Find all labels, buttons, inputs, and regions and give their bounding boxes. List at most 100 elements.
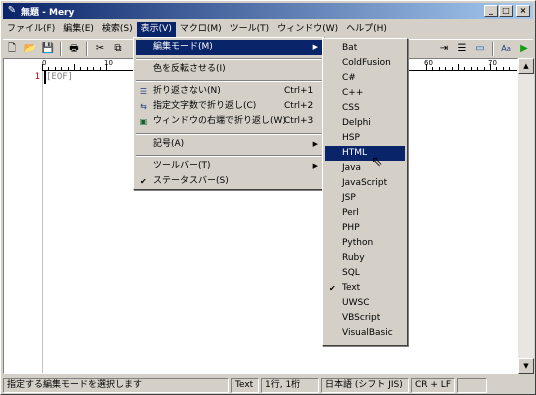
mery-app-icon[interactable]: ✎ [6,5,18,17]
tab-icon[interactable]: ⇥ [436,41,452,57]
mode-item-python[interactable]: Python [325,236,405,251]
check-icon: ✔ [140,177,147,186]
mode-item-coldfusion[interactable]: ColdFusion [325,56,405,71]
edit-mode-submenu: Bat ColdFusion C# C++ CSS Delphi HSP HTML Java Ja… [322,38,408,346]
status-encoding: 日本語 (シフト JIS) [321,378,409,393]
menu-edit[interactable]: 編集(E) [59,22,98,37]
close-button[interactable]: × [516,5,530,17]
mode-item-css[interactable]: CSS [325,101,405,116]
menu-item-label: 記号(A) [153,139,185,149]
mode-item-uwsc[interactable]: UWSC [325,296,405,311]
menu-item-label: 指定文字数で折り返し(C) [153,101,257,111]
window-title: 無題 - Mery [21,7,75,18]
menu-item-label: 編集モード(M) [153,42,213,52]
menu-item-label: 折り返さない(N) [153,86,221,96]
menu-help[interactable]: ヘルプ(H) [342,22,391,37]
mouse-cursor-icon: ⇖ [371,154,383,170]
menu-separator [136,133,322,135]
menu-item-shortcut: Ctrl+1 [284,86,314,96]
mode-item-label: VisualBasic [342,328,393,338]
toolbar-separator [60,41,62,56]
mode-item-label: Java [342,163,362,173]
app-window: ✎ 無題 - Mery _ □ × ファイル(F) 編集(E) 検索(S) 表示… [0,0,536,395]
mode-item-bat[interactable]: Bat [325,41,405,56]
mode-item-perl[interactable]: Perl [325,206,405,221]
maximize-button[interactable]: □ [499,5,513,17]
mode-item-label: HTML [342,148,368,158]
mode-item-sql[interactable]: SQL [325,266,405,281]
menu-item-toolbar[interactable]: ツールバー(T) ▶ [136,159,322,174]
window-icon[interactable]: ▭ [472,41,488,57]
open-folder-icon[interactable]: 📂 [22,41,38,57]
menu-window[interactable]: ウィンドウ(W) [273,22,342,37]
menu-item-invert-colors[interactable]: 色を反転させる(I) [136,62,322,77]
scroll-down-button[interactable]: ▼ [518,358,534,374]
status-empty-panel [457,378,487,393]
run-macro-icon[interactable]: ▶ [516,41,532,57]
mode-item-label: C++ [342,88,364,98]
menu-item-label: ステータスバー(S) [153,176,229,186]
vertical-scrollbar[interactable]: ▲ ▼ [518,58,534,374]
mode-item-label: Python [342,238,374,248]
line-number: 1 [34,72,40,82]
mode-item-label: Text [342,283,361,293]
mode-item-c-[interactable]: C++ [325,86,405,101]
check-icon: ✔ [329,284,336,293]
eof-marker: [EOF] [46,72,74,82]
mode-item-label: PHP [342,223,360,233]
menu-item-wrap-chars[interactable]: ⇆ 指定文字数で折り返し(C) Ctrl+2 [136,99,322,114]
mode-item-hsp[interactable]: HSP [325,131,405,146]
mode-item-html[interactable]: HTML [325,146,405,161]
mode-item-delphi[interactable]: Delphi [325,116,405,131]
mode-item-vbscript[interactable]: VBScript [325,311,405,326]
scroll-up-button[interactable]: ▲ [518,58,534,74]
mode-item-label: Ruby [342,253,365,263]
menu-tools[interactable]: ツール(T) [226,22,274,37]
minimize-button[interactable]: _ [484,5,498,17]
mode-item-label: ColdFusion [342,58,391,68]
mode-item-label: C# [342,73,356,83]
mode-item-javascript[interactable]: JavaScript [325,176,405,191]
list-icon[interactable]: ☰ [454,41,470,57]
size-grip[interactable] [489,378,517,393]
mode-item-text[interactable]: ✔ Text [325,281,405,296]
mode-item-label: JSP [342,193,356,203]
menu-file[interactable]: ファイル(F) [3,22,59,37]
mode-item-label: SQL [342,268,360,278]
menu-item-wrap-window[interactable]: ▣ ウィンドウの右端で折り返し(W) Ctrl+3 [136,114,322,129]
no-wrap-icon: ☰ [139,87,148,96]
view-menu: 編集モード(M) ▶ 色を反転させる(I) ☰ 折り返さない(N) Ctrl+1… [133,37,325,190]
gutter-divider [42,71,43,373]
menu-item-edit-mode[interactable]: 編集モード(M) ▶ [136,40,322,55]
toolbar-separator [86,41,88,56]
save-icon[interactable]: 💾 [40,41,56,57]
cut-icon[interactable]: ✂ [92,41,108,57]
mode-item-label: JavaScript [342,178,388,188]
status-message: 指定する編集モードを選択します [3,378,229,393]
print-icon[interactable]: 🖶 [66,41,82,57]
menu-separator [136,80,322,82]
copy-icon[interactable]: ⧉ [110,41,126,57]
menu-separator [136,155,322,157]
menu-view[interactable]: 表示(V) [136,22,176,37]
menu-macro[interactable]: マクロ(M) [176,22,226,37]
title-bar[interactable]: ✎ 無題 - Mery _ □ × [3,3,533,19]
mode-item-c-[interactable]: C# [325,71,405,86]
menu-item-shortcut: Ctrl+2 [284,101,314,111]
mode-item-php[interactable]: PHP [325,221,405,236]
new-file-icon[interactable]: 🗋 [4,41,20,57]
menu-separator [136,58,322,60]
mode-item-jsp[interactable]: JSP [325,191,405,206]
menu-item-label: 色を反転させる(I) [153,64,226,74]
menu-item-no-wrap[interactable]: ☰ 折り返さない(N) Ctrl+1 [136,84,322,99]
menu-item-symbols[interactable]: 記号(A) ▶ [136,137,322,152]
menu-item-label: ツールバー(T) [153,161,211,171]
toolbar-separator [492,41,494,56]
mode-item-visualbasic[interactable]: VisualBasic [325,326,405,341]
wrap-window-icon: ▣ [139,117,148,126]
menu-search[interactable]: 検索(S) [98,22,137,37]
mode-item-java[interactable]: Java [325,161,405,176]
mode-item-ruby[interactable]: Ruby [325,251,405,266]
font-icon[interactable]: Aa [498,41,514,57]
menu-item-statusbar[interactable]: ✔ ステータスバー(S) [136,174,322,189]
